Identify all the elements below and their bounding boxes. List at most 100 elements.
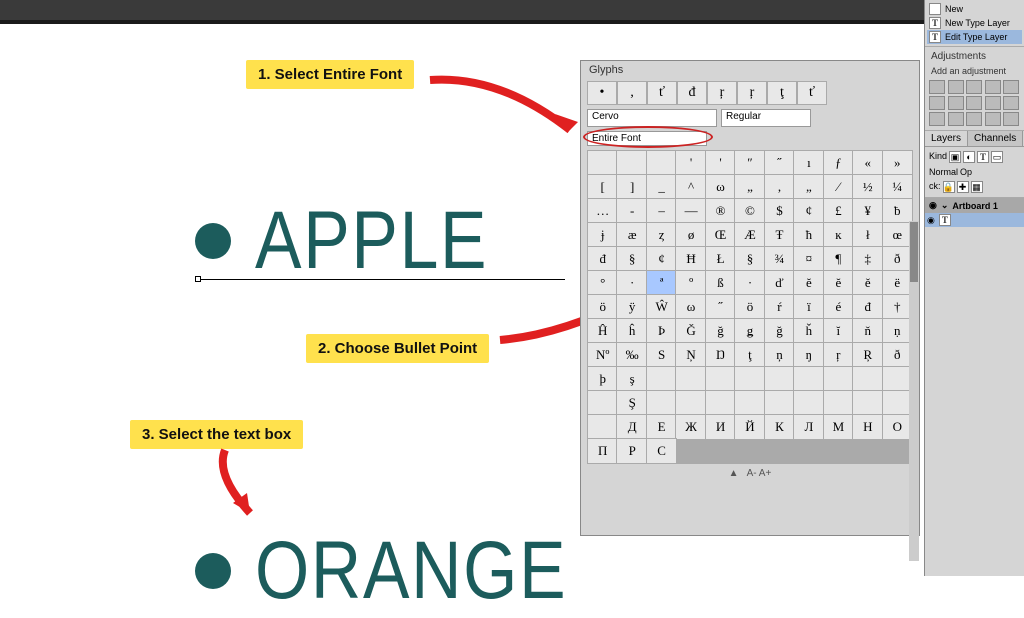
glyph-cell[interactable]: é xyxy=(824,295,853,319)
glyph-cell[interactable]: ş xyxy=(617,367,646,391)
adj-icon[interactable] xyxy=(966,96,982,110)
glyph-cell[interactable]: ȥ xyxy=(647,223,676,247)
glyph-cell[interactable]: „ xyxy=(735,175,764,199)
glyph-cell[interactable]: đ xyxy=(853,295,882,319)
glyph-cell[interactable] xyxy=(647,151,676,175)
glyph-cell[interactable]: ĭ xyxy=(824,319,853,343)
glyph-cell[interactable]: ˝ xyxy=(706,295,735,319)
lock-all-icon[interactable]: ▦ xyxy=(971,181,983,193)
glyph-cell[interactable]: Н xyxy=(853,415,882,439)
glyph-cell[interactable]: Ħ xyxy=(676,247,705,271)
adj-icon[interactable] xyxy=(948,96,964,110)
glyph-cell[interactable]: ÿ xyxy=(617,295,646,319)
glyph-cell[interactable] xyxy=(676,367,705,391)
font-category-select[interactable]: Entire Font xyxy=(587,131,707,146)
adj-icon[interactable] xyxy=(1003,80,1019,94)
lock-icon[interactable]: 🔒 xyxy=(943,181,955,193)
tab-channels[interactable]: Channels xyxy=(968,131,1023,146)
glyph-cell[interactable]: ǥ xyxy=(735,319,764,343)
glyph-cell[interactable]: · xyxy=(735,271,764,295)
glyph-cell[interactable]: Ŗ xyxy=(853,343,882,367)
glyph-cell[interactable]: Л xyxy=(794,415,823,439)
glyph-cell[interactable]: Й xyxy=(735,415,764,439)
glyph-cell[interactable] xyxy=(883,367,912,391)
glyph-cell[interactable]: ƒ xyxy=(824,151,853,175)
glyph-cell[interactable] xyxy=(824,391,853,415)
glyph-cell[interactable]: Þ xyxy=(647,319,676,343)
adj-icon[interactable] xyxy=(929,80,945,94)
glyph-cell[interactable]: ¤ xyxy=(794,247,823,271)
glyph-cell[interactable]: § xyxy=(735,247,764,271)
glyph-cell[interactable]: Æ xyxy=(735,223,764,247)
glyph-cell[interactable]: ğ xyxy=(765,319,794,343)
glyph-cell[interactable] xyxy=(617,151,646,175)
glyph-cell[interactable] xyxy=(647,391,676,415)
glyph-cell[interactable]: ω xyxy=(706,175,735,199)
glyph-cell[interactable]: Ş xyxy=(617,391,646,415)
font-family-select[interactable]: Cervo xyxy=(587,109,717,127)
glyph-cell[interactable]: ‡ xyxy=(853,247,882,271)
adj-icon[interactable] xyxy=(948,112,964,126)
glyph-cell[interactable]: ƀ xyxy=(883,199,912,223)
glyph-cell[interactable]: æ xyxy=(617,223,646,247)
glyph-cell[interactable] xyxy=(794,367,823,391)
glyph-cell[interactable]: ˝ xyxy=(765,151,794,175)
glyph-cell[interactable]: Ņ xyxy=(676,343,705,367)
glyph-recent-cell[interactable]: ‚ xyxy=(617,81,647,105)
glyph-cell[interactable] xyxy=(883,391,912,415)
glyph-cell[interactable]: П xyxy=(588,439,617,463)
glyph-cell[interactable]: þ xyxy=(588,367,617,391)
glyph-cell[interactable]: ½ xyxy=(853,175,882,199)
glyph-cell[interactable]: _ xyxy=(647,175,676,199)
glyph-cell[interactable]: ņ xyxy=(765,343,794,367)
glyph-cell[interactable]: ' xyxy=(676,151,705,175)
glyph-cell[interactable]: [ xyxy=(588,175,617,199)
glyph-cell[interactable]: § xyxy=(617,247,646,271)
glyph-cell[interactable]: º xyxy=(676,271,705,295)
history-row[interactable]: TNew Type Layer xyxy=(927,16,1022,30)
filter-image-icon[interactable]: ▣ xyxy=(949,151,961,163)
adj-icon[interactable] xyxy=(985,96,1001,110)
font-style-select[interactable]: Regular xyxy=(721,109,811,127)
orange-text-row[interactable]: ORANGE xyxy=(195,524,622,618)
glyph-cell[interactable]: ï xyxy=(794,295,823,319)
glyph-cell[interactable]: ″ xyxy=(735,151,764,175)
glyph-cell[interactable]: – xyxy=(647,199,676,223)
glyph-cell[interactable]: Ŵ xyxy=(647,295,676,319)
glyph-cell[interactable]: ‰ xyxy=(617,343,646,367)
glyph-cell[interactable]: ^ xyxy=(676,175,705,199)
adj-icon[interactable] xyxy=(1003,112,1019,126)
glyph-cell[interactable]: — xyxy=(676,199,705,223)
glyph-cell[interactable]: † xyxy=(883,295,912,319)
glyph-cell[interactable]: ø xyxy=(676,223,705,247)
glyph-cell[interactable]: ṇ xyxy=(883,319,912,343)
glyph-cell[interactable]: « xyxy=(853,151,882,175)
glyph-cell[interactable]: ı xyxy=(794,151,823,175)
glyph-cell[interactable]: ® xyxy=(706,199,735,223)
glyph-cell[interactable]: ĥ xyxy=(617,319,646,343)
glyph-cell[interactable] xyxy=(706,391,735,415)
glyph-cell[interactable]: Nº xyxy=(588,343,617,367)
glyph-cell[interactable]: Ŋ xyxy=(706,343,735,367)
filter-type-icon[interactable]: T xyxy=(977,151,989,163)
eye-icon[interactable]: ◉ xyxy=(929,200,937,211)
glyph-cell[interactable]: ß xyxy=(706,271,735,295)
glyph-cell[interactable]: ł xyxy=(853,223,882,247)
glyph-cell[interactable]: ¶ xyxy=(824,247,853,271)
glyph-cell[interactable]: И xyxy=(706,415,735,439)
glyph-cell[interactable] xyxy=(735,391,764,415)
glyph-cell[interactable] xyxy=(794,391,823,415)
adj-icon[interactable] xyxy=(929,112,945,126)
glyph-cell[interactable]: К xyxy=(765,415,794,439)
glyph-cell[interactable]: ŗ xyxy=(824,343,853,367)
glyph-recent-cell[interactable]: • xyxy=(587,81,617,105)
glyph-cell[interactable]: М xyxy=(824,415,853,439)
glyph-cell[interactable]: ğ xyxy=(706,319,735,343)
glyph-cell[interactable]: - xyxy=(617,199,646,223)
glyph-cell[interactable]: œ xyxy=(883,223,912,247)
glyph-cell[interactable]: ň xyxy=(853,319,882,343)
glyph-scrollbar[interactable] xyxy=(909,221,919,561)
adj-icon[interactable] xyxy=(985,112,1001,126)
glyph-cell[interactable] xyxy=(588,391,617,415)
glyph-cell[interactable]: © xyxy=(735,199,764,223)
